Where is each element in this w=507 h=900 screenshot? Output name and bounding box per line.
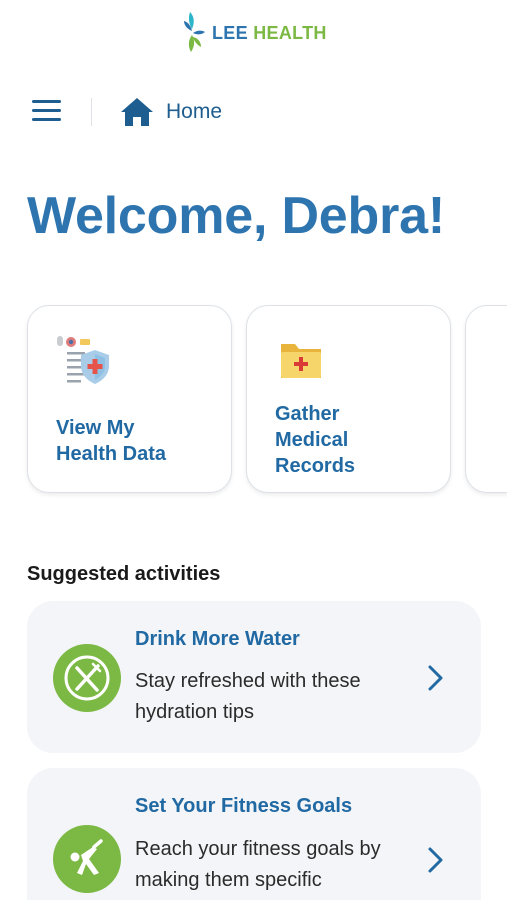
activity-description: Stay refreshed with these hydration tips [135,670,361,723]
home-icon [121,98,153,126]
menu-button[interactable] [30,98,64,124]
logo-word-lee: LEE [212,22,248,43]
chevron-right-icon [428,665,443,691]
logo-wordmark: LEE HEALTH [212,23,327,44]
top-navigation-bar: Home [0,90,507,134]
gather-medical-records-card[interactable]: Gather Medical Records [246,305,451,493]
app-screen: LEE HEALTH Home Welcome, Debra! View My … [0,0,507,900]
gather-medical-records-label: Gather Medical Records [275,403,356,477]
next-action-card-partial[interactable] [465,305,507,493]
suggested-activities-heading: Suggested activities [27,563,221,585]
quick-actions-carousel[interactable]: View My Health Data Gather Medical Recor… [0,305,507,495]
breadcrumb-home-link[interactable]: Home [120,96,222,128]
chevron-right-icon [428,847,443,873]
lee-health-logo: LEE HEALTH [183,10,327,54]
nav-divider [91,98,92,126]
fork-knife-icon [53,644,121,712]
health-record-shield-icon [57,336,109,384]
logo-word-health: HEALTH [253,22,327,43]
activity-title: Drink More Water [135,628,300,650]
activity-description: Reach your fitness goals by making them … [135,838,381,891]
home-label: Home [166,100,223,123]
view-health-data-card[interactable]: View My Health Data [27,305,232,493]
activity-title: Set Your Fitness Goals [135,795,353,817]
welcome-heading: Welcome, Debra! [27,187,445,245]
activity-card-drink-more-water[interactable]: Drink More Water Stay refreshed with the… [27,601,481,753]
medical-folder-icon [281,344,321,378]
hamburger-menu-icon [32,100,61,121]
lee-health-leaf-icon [184,12,205,52]
stretching-person-icon [53,825,121,893]
activity-card-set-fitness-goals[interactable]: Set Your Fitness Goals Reach your fitnes… [27,768,481,900]
view-health-data-label: View My Health Data [56,417,167,465]
